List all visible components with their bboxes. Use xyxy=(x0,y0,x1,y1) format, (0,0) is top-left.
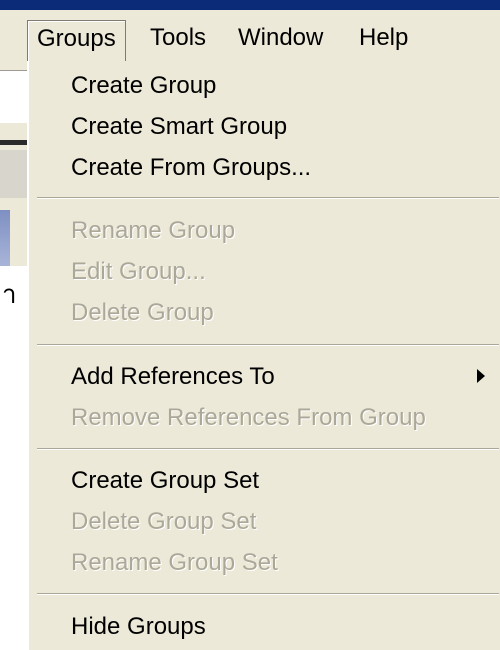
background-dark-line xyxy=(0,140,27,145)
groups-dropdown-menu: Create Group Create Smart Group Create F… xyxy=(27,61,500,650)
menu-item-edit-group: Edit Group... xyxy=(71,258,206,285)
background-lower-panel xyxy=(0,266,27,650)
menu-separator xyxy=(37,197,499,199)
background-white-panel xyxy=(0,70,27,123)
menu-item-create-group-set[interactable]: Create Group Set xyxy=(71,461,259,501)
submenu-arrow-icon xyxy=(477,369,485,383)
menu-item-rename-group-set: Rename Group Set xyxy=(71,549,278,576)
background-grey-panel xyxy=(0,150,27,198)
screenshot-stage: Groups Tools Window Help า Create Group … xyxy=(0,0,500,650)
menu-item-add-references-to[interactable]: Add References To xyxy=(71,357,275,397)
menubar-window[interactable]: Window xyxy=(229,20,332,56)
menu-item-delete-group: Delete Group xyxy=(71,299,214,326)
menu-item-rename-group: Rename Group xyxy=(71,217,236,244)
menubar-tools[interactable]: Tools xyxy=(141,20,215,56)
menu-separator xyxy=(37,344,499,346)
menubar-help[interactable]: Help xyxy=(350,20,417,56)
menu-separator xyxy=(37,448,499,450)
menu-item-create-group[interactable]: Create Group xyxy=(71,66,216,106)
menubar-groups[interactable]: Groups xyxy=(27,20,126,62)
background-selected-panel xyxy=(0,210,10,266)
menu-item-hide-groups[interactable]: Hide Groups xyxy=(71,607,206,647)
menu-item-create-smart-group[interactable]: Create Smart Group xyxy=(71,107,287,147)
menu-item-delete-group-set: Delete Group Set xyxy=(71,508,257,535)
background-partial-text: า xyxy=(2,279,17,309)
menu-item-remove-references-from-group: Remove References From Group xyxy=(71,404,426,431)
menu-separator xyxy=(37,593,499,595)
menu-item-create-from-groups[interactable]: Create From Groups... xyxy=(71,148,311,188)
menu-bar: Groups Tools Window Help xyxy=(0,10,500,63)
title-bar xyxy=(0,0,500,10)
